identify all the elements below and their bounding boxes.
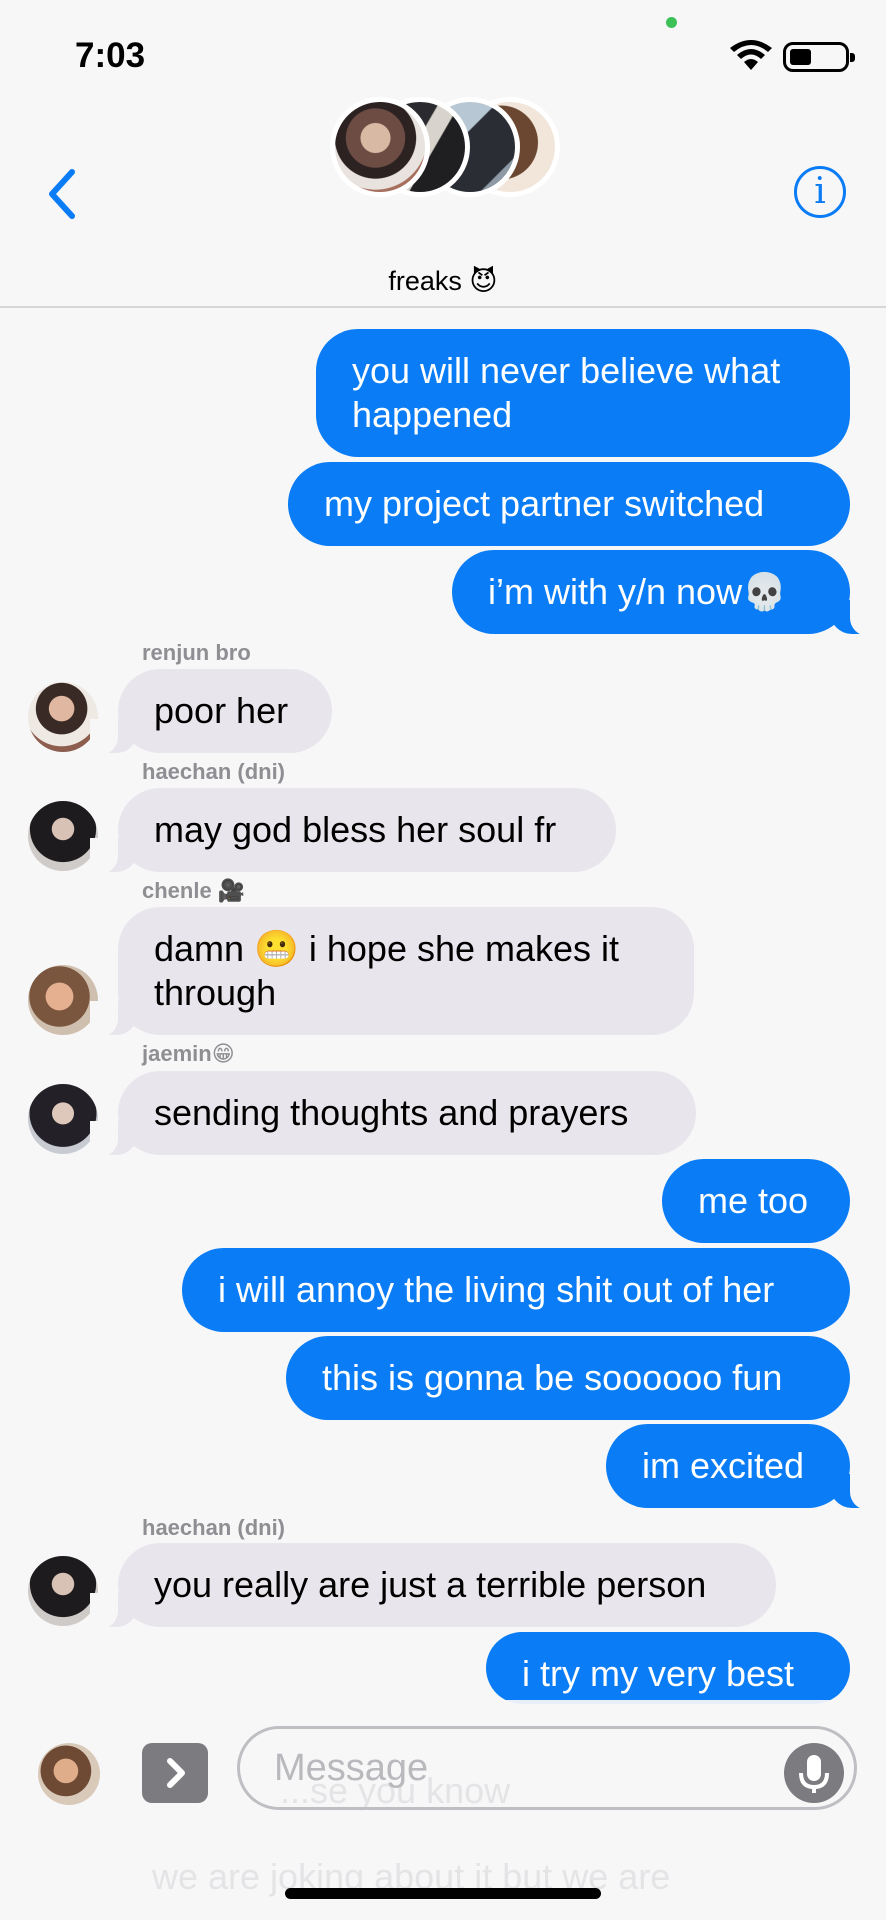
message-text: you will never believe what [352, 350, 781, 391]
outgoing-message[interactable]: me too [662, 1159, 850, 1243]
outgoing-message[interactable]: im excited [606, 1424, 878, 1510]
message-placeholder: Message [274, 1747, 429, 1789]
message-text: through [154, 972, 277, 1013]
back-chevron-icon[interactable] [44, 168, 80, 220]
status-time: 7:03 [75, 36, 146, 75]
self-avatar[interactable] [38, 1743, 100, 1805]
microphone-button[interactable] [784, 1743, 844, 1803]
info-icon[interactable]: i [794, 166, 846, 218]
incoming-message[interactable]: damn 😬 i hope she makes it through [90, 907, 694, 1037]
message-text: my project partner switched [324, 483, 765, 524]
message-text: happened [352, 394, 513, 435]
avatar-renjun[interactable] [28, 682, 98, 752]
chevron-right-icon [167, 1758, 185, 1788]
sender-name: chenle 🎥 [142, 878, 246, 903]
avatar-haechan[interactable] [28, 801, 98, 871]
apps-button[interactable] [142, 1743, 208, 1803]
sender-name: renjun bro [142, 640, 251, 665]
message-text: poor her [154, 690, 289, 731]
microphone-icon [799, 1755, 829, 1793]
sender-name: jaemin😁 [142, 1041, 235, 1066]
outgoing-message[interactable]: this is gonna be soooooo fun [286, 1336, 850, 1420]
incoming-message[interactable]: you really are just a terrible person [90, 1543, 776, 1629]
avatar-jaemin[interactable] [28, 1084, 98, 1154]
avatar-chenle[interactable] [28, 965, 98, 1035]
chat-title[interactable]: freaks 😈 [0, 266, 886, 297]
message-text: im excited [642, 1445, 805, 1486]
home-indicator [285, 1888, 601, 1899]
group-avatar-1[interactable] [330, 97, 430, 197]
camera-indicator-dot [666, 17, 677, 28]
message-text: i will annoy the living shit out of her [218, 1269, 775, 1310]
message-text: me too [698, 1180, 809, 1221]
sender-name: haechan (dni) [142, 759, 286, 784]
message-text: i’m with y/n now💀 [488, 571, 787, 612]
message-text: this is gonna be soooooo fun [322, 1357, 783, 1398]
battery-icon [783, 42, 855, 72]
message-input[interactable]: Message [237, 1726, 857, 1810]
outgoing-message[interactable]: my project partner switched [288, 462, 850, 546]
chat-header: 7:03 freaks 😈 i [0, 0, 886, 308]
message-text: may god bless her soul fr [154, 809, 557, 850]
message-text: i try my very best [522, 1653, 795, 1694]
outgoing-message[interactable]: i try my very best [486, 1632, 850, 1704]
message-text: you really are just a terrible person [154, 1564, 707, 1605]
message-text: sending thoughts and prayers [154, 1092, 629, 1133]
message-text: damn 😬 i hope she makes it [154, 928, 620, 969]
incoming-message[interactable]: poor her [90, 669, 332, 755]
wifi-icon [730, 40, 772, 70]
incoming-message[interactable]: may god bless her soul fr [90, 788, 616, 874]
outgoing-message[interactable]: you will never believe what happened [316, 329, 850, 457]
incoming-message[interactable]: sending thoughts and prayers [90, 1071, 696, 1157]
avatar-haechan[interactable] [28, 1556, 98, 1626]
sender-name: haechan (dni) [142, 1515, 286, 1540]
outgoing-message[interactable]: i’m with y/n now💀 [452, 550, 878, 636]
outgoing-message[interactable]: i will annoy the living shit out of her [182, 1248, 850, 1332]
